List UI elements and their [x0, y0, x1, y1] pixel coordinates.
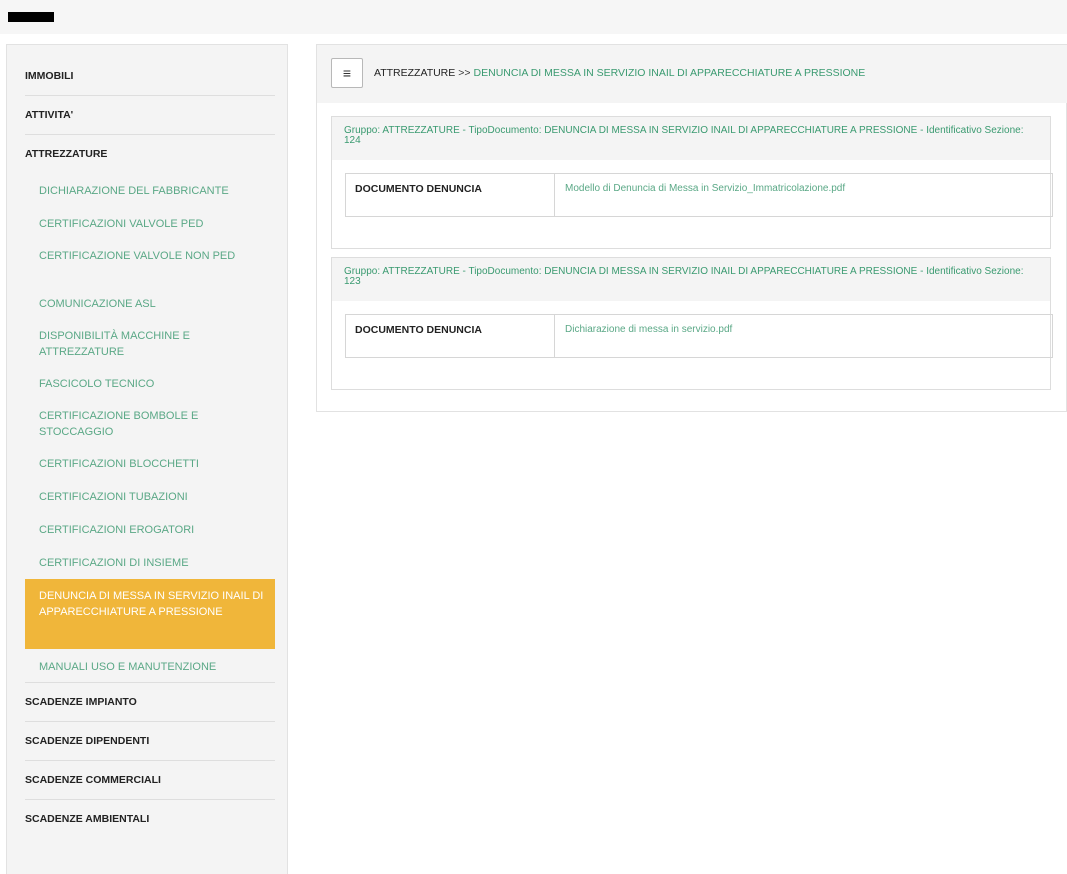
sidebar-menu: IMMOBILI ATTIVITA' ATTREZZATURE DICHIARA…: [25, 57, 275, 839]
menu-item-attivita[interactable]: ATTIVITA': [25, 96, 275, 135]
breadcrumb-parent[interactable]: ATTREZZATURE: [374, 67, 455, 79]
document-label: DOCUMENTO DENUNCIA: [346, 315, 555, 357]
submenu-item-disponibilita-macchine[interactable]: DISPONIBILITÀ MACCHINE E ATTREZZATURE: [25, 320, 275, 367]
menu-item-scadenze-commerciali[interactable]: SCADENZE COMMERCIALI: [25, 761, 275, 800]
submenu-item-denuncia-messa-servizio[interactable]: DENUNCIA DI MESSA IN SERVIZIO INAIL DI A…: [25, 579, 275, 649]
document-label: DOCUMENTO DENUNCIA: [346, 174, 555, 216]
menu-item-attrezzature[interactable]: ATTREZZATURE: [25, 135, 275, 174]
menu-item-scadenze-dipendenti[interactable]: SCADENZE DIPENDENTI: [25, 722, 275, 761]
panel-title: Gruppo: ATTREZZATURE - TipoDocumento: DE…: [332, 258, 1050, 301]
submenu-item-certificazioni-blocchetti[interactable]: CERTIFICAZIONI BLOCCHETTI: [25, 447, 275, 480]
breadcrumb: ATTREZZATURE >> DENUNCIA DI MESSA IN SERVI…: [374, 67, 865, 79]
submenu-item-dichiarazione-fabbricante[interactable]: DICHIARAZIONE DEL FABBRICANTE: [25, 174, 275, 207]
breadcrumb-separator: >>: [458, 67, 471, 79]
top-bar: [0, 0, 1067, 34]
document-panel: Gruppo: ATTREZZATURE - TipoDocumento: DE…: [331, 116, 1053, 249]
document-row: DOCUMENTO DENUNCIA Modello di Denuncia d…: [345, 173, 1053, 217]
submenu-item-comunicazione-asl[interactable]: COMUNICAZIONE ASL: [25, 287, 275, 320]
hamburger-menu-icon[interactable]: ≡: [331, 58, 363, 88]
sidebar: IMMOBILI ATTIVITA' ATTREZZATURE DICHIARA…: [6, 44, 288, 874]
submenu-item-certificazioni-erogatori[interactable]: CERTIFICAZIONI EROGATORI: [25, 513, 275, 546]
logo: [8, 12, 54, 22]
document-file-link[interactable]: Dichiarazione di messa in servizio.pdf: [555, 315, 732, 357]
content-header: ≡ ATTREZZATURE >> DENUNCIA DI MESSA IN SER…: [317, 45, 1067, 103]
document-file-link[interactable]: Modello di Denuncia di Messa in Servizio…: [555, 174, 845, 216]
submenu-item-fascicolo-tecnico[interactable]: FASCICOLO TECNICO: [25, 367, 275, 400]
menu-item-scadenze-ambientali[interactable]: SCADENZE AMBIENTALI: [25, 800, 275, 839]
submenu-item-certificazione-valvole-non-ped[interactable]: CERTIFICAZIONE VALVOLE NON PED: [25, 240, 275, 287]
submenu-item-certificazione-bombole[interactable]: CERTIFICAZIONE BOMBOLE E STOCCAGGIO: [25, 400, 275, 447]
panel-title: Gruppo: ATTREZZATURE - TipoDocumento: DE…: [332, 117, 1050, 160]
document-row: DOCUMENTO DENUNCIA Dichiarazione di mess…: [345, 314, 1053, 358]
submenu-item-certificazioni-tubazioni[interactable]: CERTIFICAZIONI TUBAZIONI: [25, 480, 275, 513]
main-content: ≡ ATTREZZATURE >> DENUNCIA DI MESSA IN SER…: [316, 44, 1067, 412]
submenu-item-certificazioni-valvole-ped[interactable]: CERTIFICAZIONI VALVOLE PED: [25, 207, 275, 240]
breadcrumb-current: DENUNCIA DI MESSA IN SERVIZIO INAIL DI A…: [473, 67, 866, 79]
menu-item-immobili[interactable]: IMMOBILI: [25, 57, 275, 96]
submenu-item-certificazioni-insieme[interactable]: CERTIFICAZIONI DI INSIEME: [25, 546, 275, 579]
submenu-item-manuali-uso[interactable]: MANUALI USO E MANUTENZIONE: [25, 649, 275, 682]
document-panel: Gruppo: ATTREZZATURE - TipoDocumento: DE…: [331, 257, 1053, 390]
menu-item-scadenze-impianto[interactable]: SCADENZE IMPIANTO: [25, 683, 275, 722]
